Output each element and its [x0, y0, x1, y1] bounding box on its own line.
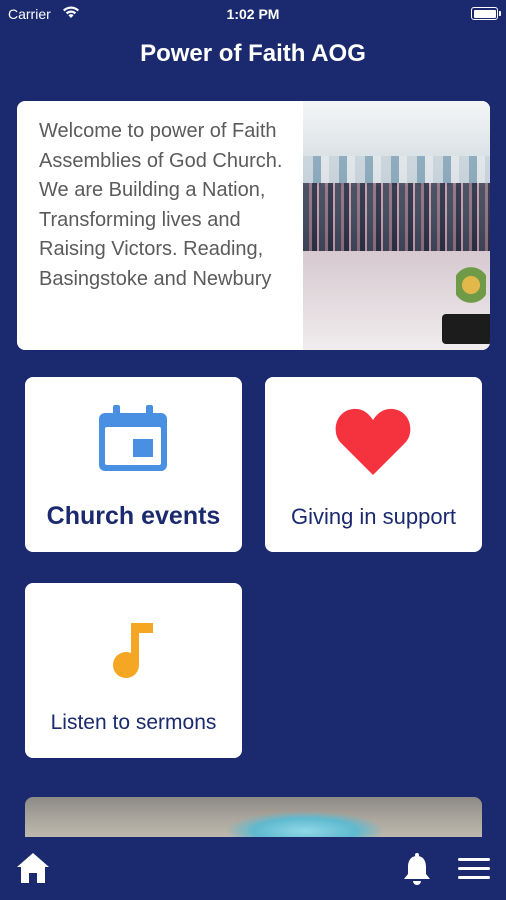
hamburger-menu-icon[interactable]: [458, 858, 490, 885]
heart-icon: [335, 407, 411, 480]
status-bar: Carrier 1:02 PM: [0, 0, 506, 28]
tab-bar: [0, 838, 506, 900]
photo-ceiling: [303, 101, 490, 156]
calendar-icon: [99, 405, 167, 476]
photo-speaker: [442, 314, 490, 344]
listen-to-sermons-tile[interactable]: Listen to sermons: [25, 583, 242, 758]
feature-image-card[interactable]: [25, 797, 482, 837]
home-icon[interactable]: [16, 852, 50, 889]
welcome-card: Welcome to power of Faith Assemblies of …: [17, 101, 490, 350]
church-photo: [303, 101, 490, 350]
page-title: Power of Faith AOG: [140, 40, 366, 67]
giving-in-support-tile[interactable]: Giving in support: [265, 377, 482, 552]
bell-icon[interactable]: [403, 853, 431, 890]
photo-flowers: [456, 260, 486, 310]
church-events-label: Church events: [46, 502, 221, 530]
battery-icon: [471, 7, 501, 20]
photo-congregation: [303, 183, 490, 253]
listen-to-sermons-label: Listen to sermons: [50, 711, 217, 734]
welcome-text: Welcome to power of Faith Assemblies of …: [39, 120, 283, 290]
music-note-icon: [111, 621, 155, 684]
photo-wall: [303, 156, 490, 186]
giving-in-support-label: Giving in support: [290, 504, 457, 529]
church-events-tile[interactable]: Church events: [25, 377, 242, 552]
clock-time: 1:02 PM: [226, 6, 280, 22]
